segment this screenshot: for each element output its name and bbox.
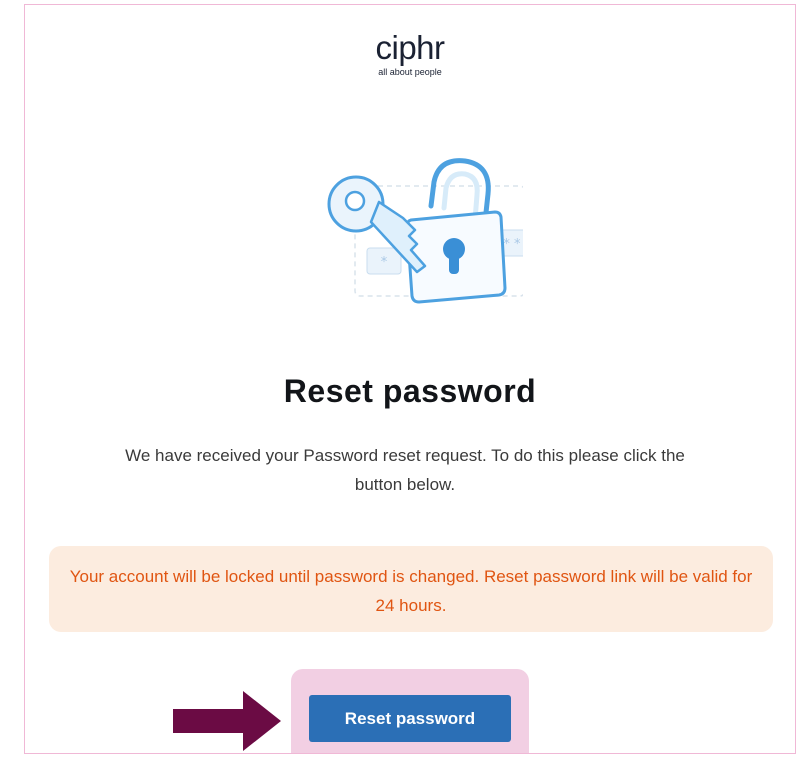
pointer-arrow-icon bbox=[173, 691, 281, 751]
logo-tagline: all about people bbox=[378, 67, 442, 77]
reset-request-message: We have received your Password reset req… bbox=[125, 446, 685, 494]
padlock-and-key-icon: * * * bbox=[327, 158, 523, 304]
logo-wordmark: ciphr bbox=[375, 29, 445, 66]
reset-password-button[interactable]: Reset password bbox=[309, 695, 511, 742]
email-card: ciphr all about people * * * Reset passw… bbox=[24, 4, 796, 754]
ciphr-logo: ciphr all about people bbox=[25, 31, 795, 78]
page-title: Reset password bbox=[283, 373, 537, 409]
password-mask-right: * * bbox=[503, 237, 521, 252]
password-mask-left: * bbox=[381, 255, 388, 270]
lock-warning-notice: Your account will be locked until passwo… bbox=[49, 546, 773, 632]
